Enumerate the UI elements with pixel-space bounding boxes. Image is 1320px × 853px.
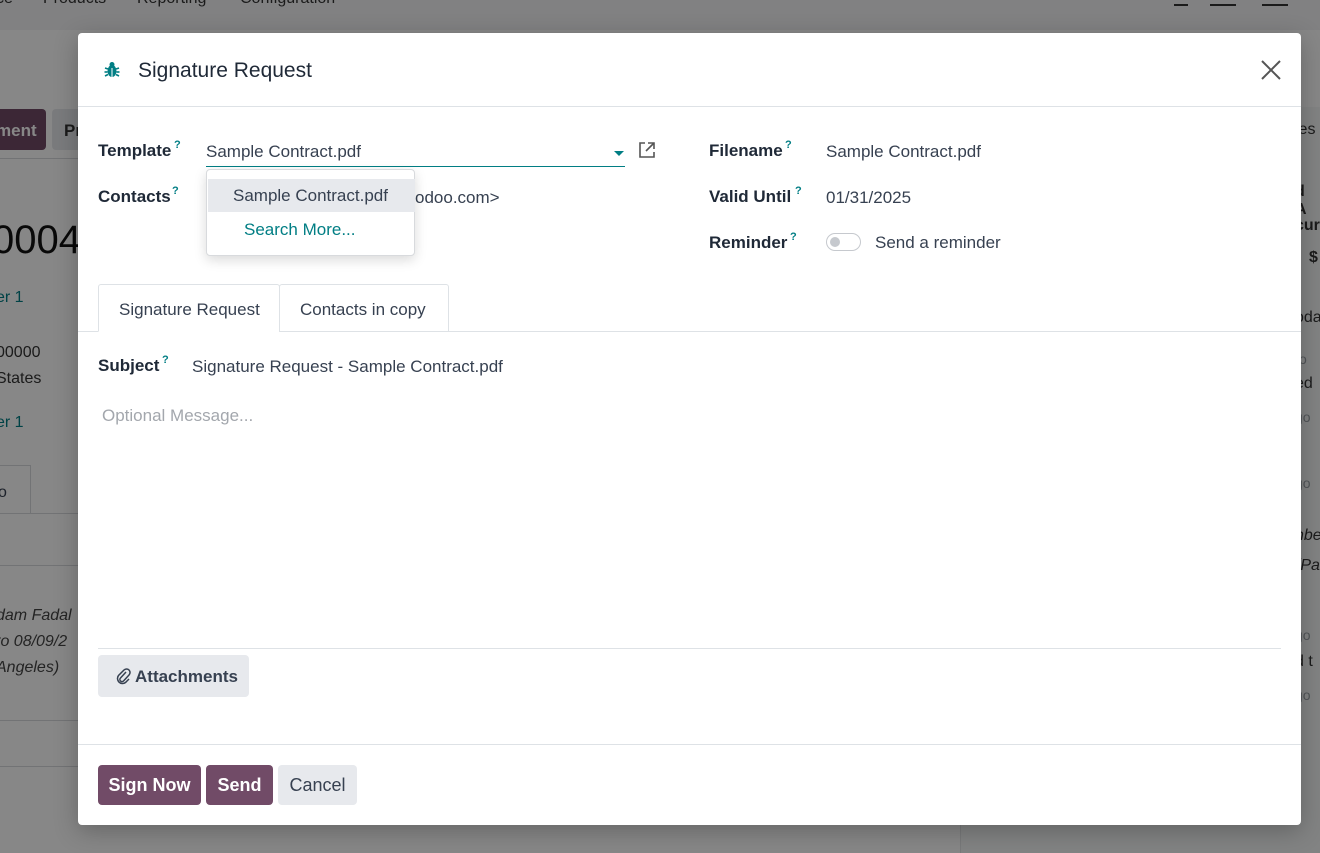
sign-now-button[interactable]: Sign Now [98,765,201,805]
subject-help-icon[interactable]: ? [162,354,169,366]
close-icon[interactable] [1258,57,1284,83]
valid-until-help-icon[interactable]: ? [795,185,802,197]
signature-request-dialog: Signature Request Template ? Sample Cont… [78,33,1301,825]
footer-divider [78,744,1301,745]
cancel-button[interactable]: Cancel [278,765,357,805]
bug-icon [104,62,120,77]
valid-until-field[interactable]: 01/31/2025 [826,188,911,208]
contacts-field[interactable]: odoo.com> [415,188,500,208]
subject-field[interactable]: Signature Request - Sample Contract.pdf [192,357,503,377]
reminder-help-icon[interactable]: ? [790,231,797,243]
contacts-help-icon[interactable]: ? [172,185,179,197]
valid-until-label: Valid Until [709,187,792,206]
message-divider [98,648,1281,649]
filename-field[interactable]: Sample Contract.pdf [826,142,981,162]
tab-signature-request[interactable]: Signature Request [98,284,280,332]
attachments-button[interactable]: Attachments [98,655,249,697]
filename-label: Filename [709,141,783,160]
attachments-label: Attachments [135,667,238,686]
external-link-icon[interactable] [637,140,657,160]
reminder-label: Reminder [709,233,788,252]
dropdown-option[interactable]: Sample Contract.pdf [208,179,415,212]
template-select[interactable]: Sample Contract.pdf [206,139,625,167]
message-editor[interactable]: Optional Message... [102,406,253,426]
chevron-down-icon[interactable] [614,151,624,156]
reminder-toggle[interactable] [826,233,861,251]
reminder-toggle-label[interactable]: Send a reminder [875,233,1001,253]
send-button[interactable]: Send [206,765,273,805]
template-value: Sample Contract.pdf [206,142,361,161]
search-more-link[interactable]: Search More... [244,220,356,240]
dialog-header: Signature Request [78,33,1301,107]
tab-contacts-in-copy[interactable]: Contacts in copy [279,284,449,332]
subject-label: Subject [98,356,160,375]
template-help-icon[interactable]: ? [174,139,181,151]
paperclip-icon [116,668,131,685]
filename-help-icon[interactable]: ? [785,139,792,151]
template-label: Template [98,141,172,160]
template-dropdown: Sample Contract.pdf Search More... [206,169,415,256]
contacts-label: Contacts [98,187,171,206]
toggle-knob [830,237,840,247]
dialog-title: Signature Request [138,59,312,82]
